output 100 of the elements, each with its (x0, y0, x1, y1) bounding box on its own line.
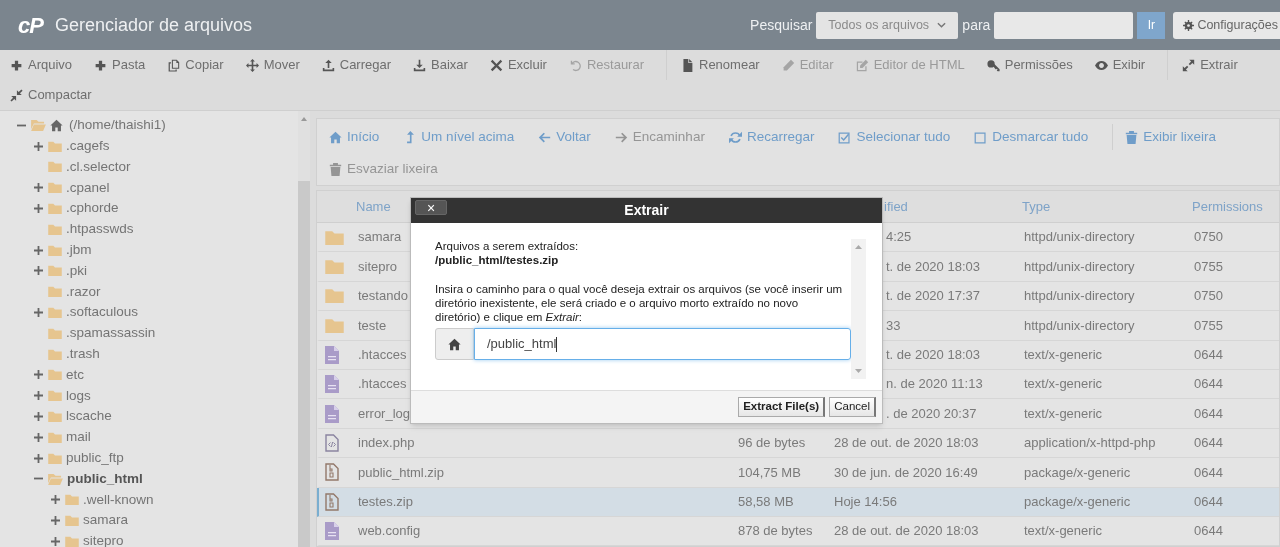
toolbar-button[interactable]: Carregar (321, 50, 392, 80)
expand-icon[interactable] (34, 453, 43, 463)
nav-link[interactable]: Recarregar (728, 126, 815, 148)
folder-label[interactable]: .pki (66, 260, 87, 282)
expand-icon[interactable] (34, 245, 43, 255)
expand-icon[interactable] (51, 516, 60, 526)
search-field[interactable] (994, 11, 1134, 39)
extract-button[interactable]: Extract File(s) (738, 397, 826, 417)
expand-icon[interactable] (34, 412, 43, 422)
folder-label[interactable]: public_html (67, 468, 143, 490)
toolbar-button[interactable]: Copiar (167, 50, 224, 80)
table-cell-text: .htacces (357, 375, 407, 394)
cross-icon (489, 58, 503, 72)
go-button[interactable]: Ir (1137, 11, 1166, 39)
column-header[interactable]: Name (351, 196, 391, 217)
folder-label[interactable]: .well-known (83, 489, 154, 510)
scope-select[interactable]: Todos os arquivos (816, 11, 959, 39)
folder-icon (48, 265, 62, 277)
archive-file-icon (325, 492, 339, 511)
folder-label[interactable]: samara (83, 510, 128, 531)
compress-icon (10, 88, 23, 102)
tree-scrollbar[interactable] (298, 111, 310, 547)
table-cell-text: 4:25 (886, 228, 912, 247)
folder-label[interactable]: logs (66, 385, 91, 406)
folder-label[interactable]: .cpanel (66, 177, 110, 198)
folder-label[interactable]: etc (66, 364, 84, 386)
table-cell-text: httpd/unix-directory (1023, 316, 1135, 335)
toolbar-button[interactable]: Mover (245, 50, 300, 80)
file-row[interactable]: web.config 878 de bytes 28 de out. de 2020 18:03 text/x-generic 0644 (317, 516, 1279, 546)
document-icon (325, 345, 339, 364)
expand-icon[interactable] (34, 370, 43, 380)
folder-label[interactable]: (/home/thaishi1) (69, 115, 166, 136)
expand-icon[interactable] (34, 183, 43, 193)
expand-icon[interactable] (34, 266, 43, 276)
toolbar-button[interactable]: Exibir (1094, 50, 1146, 80)
expand-icon[interactable] (34, 308, 43, 318)
folder-label[interactable]: public_ftp (66, 448, 124, 469)
checkbox-icon (974, 130, 988, 144)
table-cell-text: application/x-httpd-php (1023, 434, 1156, 453)
file-row[interactable]: public_html.zip 104,75 MB 30 de jun. de 2020 16:49 package/x-generic 0644 (317, 458, 1279, 488)
expand-icon[interactable] (34, 141, 43, 151)
expand-icon[interactable] (34, 432, 43, 442)
nav-link[interactable]: Início (329, 126, 380, 148)
toolbar-button[interactable]: Arquivo (10, 50, 73, 80)
folder-label[interactable]: .trash (66, 344, 100, 365)
folder-icon (48, 244, 62, 256)
folder-label[interactable]: .razor (66, 281, 101, 302)
table-cell-text: error_log (357, 404, 411, 423)
toolbar-button[interactable]: Pasta (94, 50, 146, 80)
folder-label[interactable]: mail (66, 427, 91, 448)
settings-button[interactable]: Configurações (1173, 11, 1280, 39)
nav-link[interactable]: Voltar (538, 126, 591, 148)
toolbar-button[interactable]: Permissões (986, 50, 1073, 80)
folder-icon (48, 390, 62, 402)
dialog-title: Extrair (624, 201, 669, 220)
chevron-down-icon (937, 22, 947, 28)
column-header[interactable]: ified (884, 196, 908, 217)
gear-icon (1183, 19, 1195, 31)
cancel-button[interactable]: Cancel (829, 397, 876, 417)
nav-link[interactable]: Um nível acima (403, 126, 515, 148)
toolbar-button[interactable]: Excluir (489, 50, 547, 80)
file-icon (681, 58, 694, 72)
expand-icon[interactable] (51, 495, 60, 505)
table-cell-text: package/x-generic (1023, 492, 1131, 511)
folder-label[interactable]: lscache (66, 406, 112, 427)
nav-link[interactable]: Desmarcar tudo (974, 126, 1089, 148)
table-cell-text: httpd/unix-directory (1023, 257, 1135, 276)
folder-label[interactable]: .cagefs (66, 136, 110, 157)
table-cell-text: 96 de bytes (737, 434, 806, 453)
folder-label[interactable]: .cphorde (66, 198, 119, 219)
scrollbar-thumb[interactable] (298, 181, 310, 547)
nav-link[interactable]: Exibir lixeira (1125, 126, 1217, 148)
column-header[interactable]: Type (1016, 196, 1051, 217)
toolbar-button[interactable]: Renomear (681, 50, 760, 80)
folder-label[interactable]: sitepro (83, 531, 124, 547)
toolbar-button[interactable]: Baixar (413, 50, 468, 80)
table-cell-text: .htacces (357, 346, 407, 364)
file-row[interactable]: testes.zip 58,58 MB Hoje 14:56 package/x-generic 0644 (317, 487, 1279, 517)
toolbar-button[interactable]: Compactar (10, 80, 92, 110)
file-row[interactable]: index.php 96 de bytes 28 de out. de 2020 18:03 application/x-httpd-php 0644 (317, 428, 1279, 459)
expand-icon[interactable] (34, 204, 43, 214)
folder-icon (48, 411, 62, 423)
folder-icon (48, 286, 62, 298)
close-button[interactable]: × (415, 200, 447, 215)
folder-label[interactable]: .cl.selector (66, 156, 131, 178)
folder-label[interactable]: .htpasswds (66, 219, 134, 240)
folder-label[interactable]: .spamassassin (66, 323, 156, 344)
expand-icon[interactable] (34, 391, 43, 401)
folder-label[interactable]: .jbm (66, 240, 92, 261)
column-header[interactable]: Permissions (1186, 196, 1263, 217)
nav-link[interactable]: Selecionar tudo (838, 126, 951, 148)
trash-icon (1125, 130, 1139, 144)
logo: cP (18, 11, 43, 40)
folder-label[interactable]: .softaculous (66, 302, 139, 323)
table-cell-text: index.php (357, 434, 415, 453)
expand-icon[interactable] (51, 536, 60, 546)
table-cell-text: . de 2020 20:37 (886, 404, 977, 423)
toolbar-button[interactable]: Extrair (1182, 50, 1238, 80)
for-label: para (962, 15, 991, 35)
code-file-icon (325, 433, 339, 452)
